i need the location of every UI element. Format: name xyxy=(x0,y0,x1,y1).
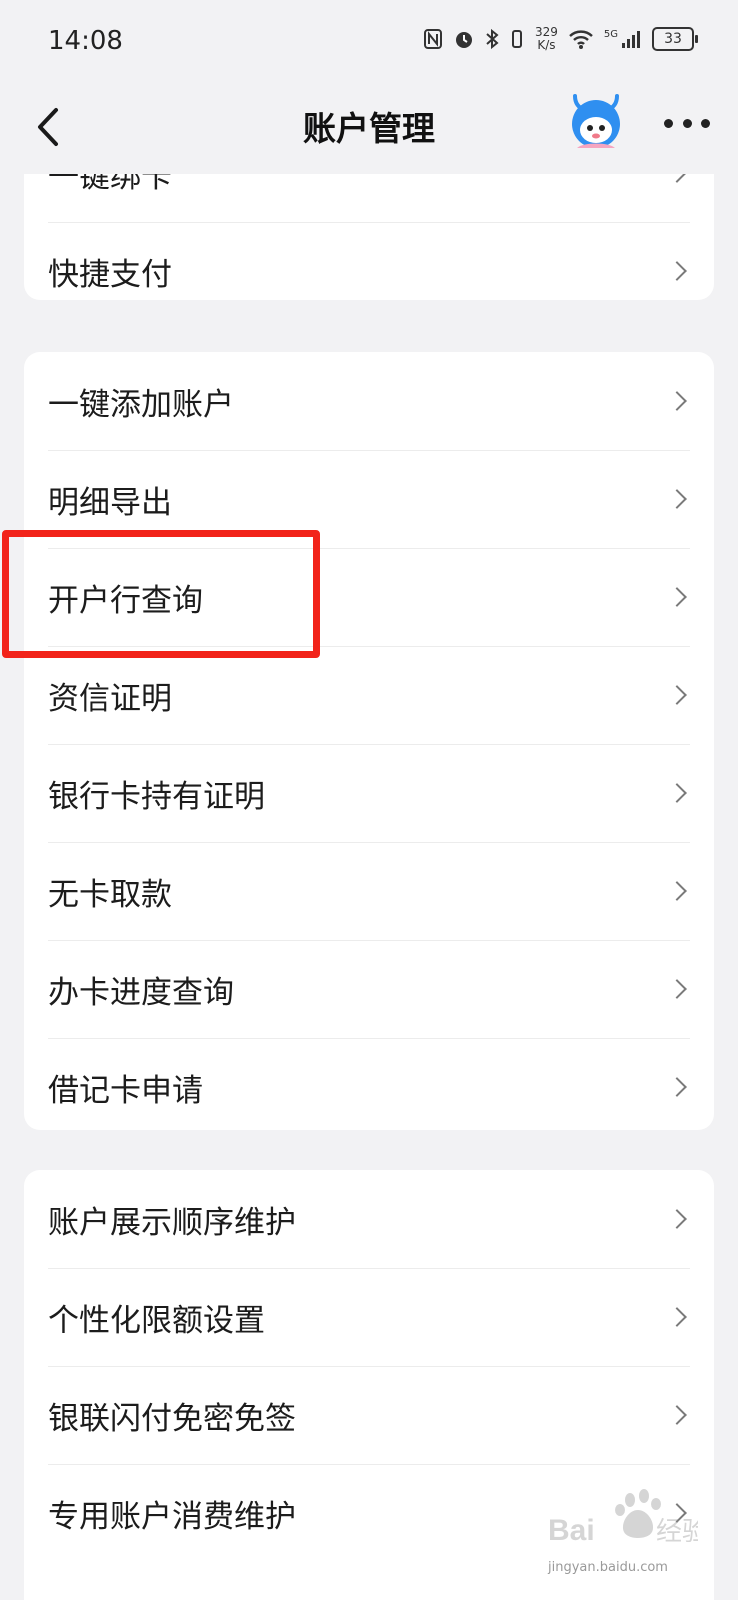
list-item-label: 银行卡持有证明 xyxy=(48,778,265,815)
list-item[interactable]: 开户行查询 xyxy=(24,548,714,646)
list-item-label: 银联闪付免密免签 xyxy=(48,1400,296,1437)
list-item-label: 快捷支付 xyxy=(48,256,172,293)
list-item[interactable]: 资信证明 xyxy=(24,646,714,744)
list-item[interactable]: 一键添加账户 xyxy=(24,352,714,450)
vibrate-icon xyxy=(511,30,522,48)
chevron-right-icon xyxy=(667,261,687,281)
list-item[interactable]: 银行卡持有证明 xyxy=(24,744,714,842)
list-item-label: 无卡取款 xyxy=(48,876,172,913)
status-icons: 329 K/s 5G 33 xyxy=(423,26,698,52)
baidu-watermark-logo: Bai 经验 xyxy=(548,1489,698,1547)
chevron-right-icon xyxy=(667,881,687,901)
chevron-right-icon xyxy=(667,174,687,183)
more-dot-icon xyxy=(682,118,692,128)
chevron-right-icon xyxy=(667,587,687,607)
signal-icon xyxy=(622,31,640,48)
list-item[interactable]: 办卡进度查询 xyxy=(24,940,714,1038)
chevron-right-icon xyxy=(667,489,687,509)
svg-text:经验: 经验 xyxy=(656,1517,698,1547)
more-dot-icon xyxy=(664,118,673,128)
chevron-right-icon xyxy=(667,391,687,411)
list-item-label: 开户行查询 xyxy=(48,582,203,619)
alarm-icon xyxy=(455,32,472,48)
chevron-right-icon xyxy=(667,1307,687,1327)
app-header: 账户管理 xyxy=(0,84,738,174)
battery-indicator: 33 xyxy=(652,27,698,51)
status-time: 14:08 xyxy=(48,26,123,56)
list-item-label: 一键绑卡 xyxy=(48,174,172,195)
more-dot-icon xyxy=(701,118,710,128)
mascot-icon xyxy=(572,94,620,148)
bluetooth-icon xyxy=(486,28,499,50)
list-item[interactable]: 账户展示顺序维护 xyxy=(24,1170,714,1268)
list-item[interactable]: 借记卡申请 xyxy=(24,1038,714,1130)
status-bar: 14:08 329 K/s 5G 33 xyxy=(0,0,738,84)
list-item-label: 办卡进度查询 xyxy=(48,974,234,1011)
svg-text:Bai: Bai xyxy=(548,1514,595,1547)
chevron-right-icon xyxy=(667,979,687,999)
list-item-label: 资信证明 xyxy=(48,680,172,717)
list-item[interactable]: 个性化限额设置 xyxy=(24,1268,714,1366)
list-item[interactable]: 快捷支付 xyxy=(24,222,714,300)
list-item[interactable]: 无卡取款 xyxy=(24,842,714,940)
list-item[interactable]: 一键绑卡 xyxy=(24,174,714,222)
list-item-label: 明细导出 xyxy=(48,484,172,521)
list-item-label: 借记卡申请 xyxy=(48,1072,203,1109)
more-options-button[interactable] xyxy=(664,110,710,136)
chevron-right-icon xyxy=(667,1077,687,1097)
list-item-label: 个性化限额设置 xyxy=(48,1302,265,1339)
settings-list: 一键绑卡 快捷支付 一键添加账户 明细导出 开户行查询 资信证明 银行卡持有证明… xyxy=(0,174,738,1600)
list-item[interactable]: 银联闪付免密免签 xyxy=(24,1366,714,1464)
settings-group-binding: 一键绑卡 快捷支付 xyxy=(24,174,714,300)
net-speed: 329 K/s xyxy=(535,26,558,52)
list-item-label: 专用账户消费维护 xyxy=(48,1498,296,1535)
watermark-text: jingyan.baidu.com xyxy=(548,1560,668,1575)
list-item-label: 一键添加账户 xyxy=(48,386,234,423)
network-type: 5G xyxy=(603,28,618,40)
chevron-right-icon xyxy=(667,1209,687,1229)
chevron-right-icon xyxy=(667,685,687,705)
chevron-right-icon xyxy=(667,1405,687,1425)
list-item-label: 账户展示顺序维护 xyxy=(48,1204,296,1241)
assistant-avatar[interactable] xyxy=(563,90,629,156)
wifi-icon xyxy=(569,30,593,49)
nfc-icon xyxy=(423,29,442,49)
chevron-right-icon xyxy=(667,783,687,803)
settings-group-account: 一键添加账户 明细导出 开户行查询 资信证明 银行卡持有证明 无卡取款 办卡进度… xyxy=(24,352,714,1130)
list-item[interactable]: 明细导出 xyxy=(24,450,714,548)
net-speed-unit: K/s xyxy=(537,38,556,52)
